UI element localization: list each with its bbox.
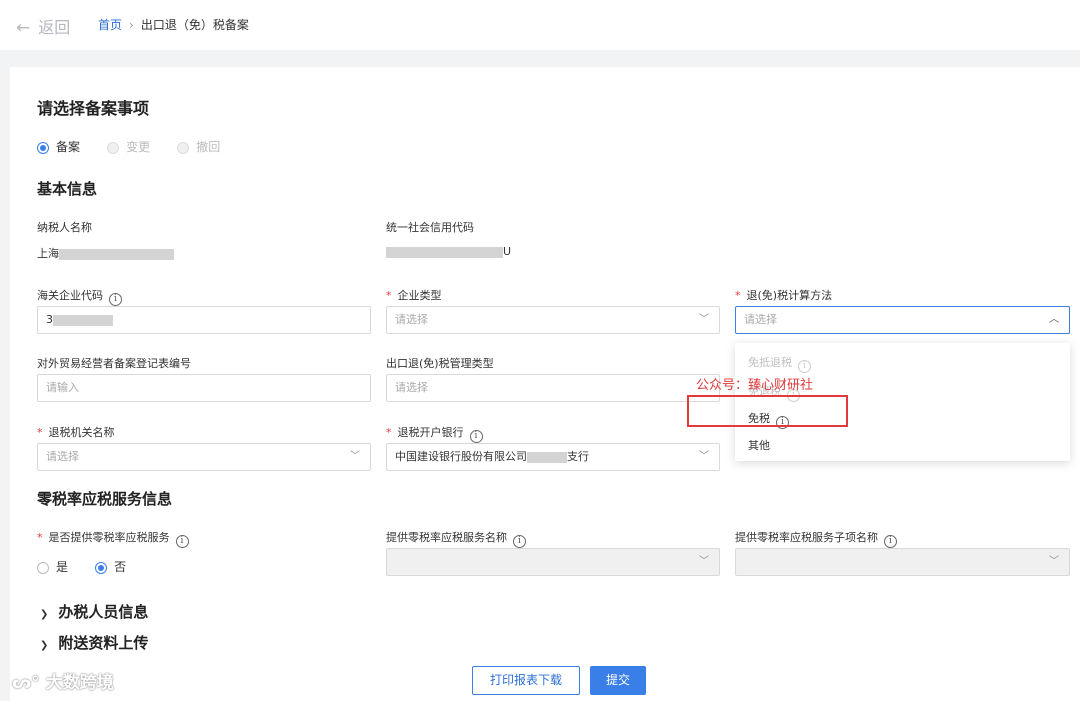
tax-authority-label: * 退税机关名称	[37, 426, 115, 439]
service-name-select[interactable]: ﹀	[386, 548, 720, 576]
info-icon[interactable]: i	[798, 360, 811, 373]
radio-option-no[interactable]: 否	[95, 560, 126, 574]
brand-logo: ᔕ° 大数跨境	[12, 673, 114, 693]
service-name-label: 提供零税率应税服务名称 i	[386, 529, 526, 548]
radio-withdraw-circle[interactable]	[177, 142, 190, 154]
mgmt-type-label: 出口退(免)税管理类型	[386, 357, 494, 370]
info-icon[interactable]: i	[513, 535, 526, 548]
radio-change-circle[interactable]	[107, 142, 120, 154]
sub-service-select[interactable]: ﹀	[735, 548, 1070, 576]
required-mark: *	[37, 426, 43, 439]
credit-code-value: U	[386, 245, 511, 258]
redacted-block	[53, 314, 113, 326]
chevron-up-icon: ︿	[1049, 314, 1059, 325]
radio-option-file[interactable]: 备案	[37, 140, 80, 154]
required-mark: *	[386, 289, 392, 302]
redacted-block	[59, 248, 174, 260]
radio-file-circle[interactable]	[37, 142, 49, 154]
calc-method-label: * 退(免)税计算方法	[735, 289, 833, 302]
chevron-down-icon: ﹀	[699, 314, 709, 325]
sub-service-label: 提供零税率应税服务子项名称 i	[735, 529, 897, 548]
filing-section-title: 请选择备案事项	[37, 99, 150, 118]
chevron-right-icon: ❯	[40, 640, 49, 651]
submit-button[interactable]: 提交	[590, 666, 646, 695]
basic-info-title: 基本信息	[37, 180, 98, 198]
radio-no-circle[interactable]	[95, 562, 108, 574]
enterprise-type-select[interactable]: 请选择 ﹀	[386, 306, 720, 334]
chevron-down-icon: ﹀	[699, 451, 709, 462]
customs-code-input[interactable]: 3	[37, 306, 371, 334]
chevron-right-icon: ❯	[40, 609, 49, 620]
provide-zero-rate-label: * 是否提供零税率应税服务 i	[37, 529, 189, 548]
breadcrumb: 首页 › 出口退（免）税备案	[98, 16, 249, 33]
collapsible-attachments[interactable]: ❯ 附送资料上传	[40, 632, 148, 653]
calc-method-select[interactable]: 请选择 ︿	[735, 306, 1070, 334]
taxpayer-name-label: 纳税人名称	[37, 221, 92, 234]
top-bar: ← 返回 首页 › 出口退（免）税备案	[0, 0, 1080, 50]
dropdown-option-exempt-credit-refund[interactable]: 免抵退税 i	[748, 354, 811, 373]
back-button[interactable]: ← 返回	[16, 14, 70, 38]
customs-code-label: 海关企业代码 i	[37, 287, 122, 306]
bank-select[interactable]: 中国建设银行股份有限公司 支行 ﹀	[386, 443, 720, 471]
chevron-down-icon: ﹀	[699, 556, 709, 567]
required-mark: *	[735, 289, 741, 302]
breadcrumb-home-link[interactable]: 首页	[98, 18, 122, 32]
redacted-block	[527, 451, 567, 463]
credit-code-label: 统一社会信用代码	[386, 221, 474, 234]
redacted-block	[386, 246, 503, 258]
back-label: 返回	[38, 18, 71, 37]
zero-rate-section-title: 零税率应税服务信息	[37, 490, 173, 508]
required-mark: *	[386, 426, 392, 439]
print-download-button[interactable]: 打印报表下载	[472, 666, 580, 695]
tax-authority-select[interactable]: 请选择 ﹀	[37, 443, 371, 471]
enterprise-type-label: * 企业类型	[386, 289, 442, 302]
info-icon[interactable]: i	[109, 293, 122, 306]
watermark-text: 公众号：臻心财研社	[696, 378, 814, 393]
highlight-box	[687, 395, 848, 427]
logo-glyph-icon: ᔕ°	[12, 673, 40, 693]
info-icon[interactable]: i	[175, 535, 189, 548]
back-arrow-icon: ←	[16, 18, 31, 38]
radio-option-yes[interactable]: 是	[37, 560, 68, 574]
taxpayer-name-value: 上海	[37, 245, 174, 261]
radio-yes-circle[interactable]	[37, 562, 49, 574]
breadcrumb-separator-icon: ›	[129, 18, 134, 32]
required-mark: *	[37, 531, 43, 544]
provide-zero-rate-radio-group: 是 否	[37, 556, 148, 575]
trade-reg-input[interactable]: 请输入	[37, 374, 371, 402]
info-icon[interactable]: i	[469, 430, 483, 443]
trade-reg-label: 对外贸易经营者备案登记表编号	[37, 357, 191, 370]
chevron-down-icon: ﹀	[350, 451, 360, 462]
dropdown-option-other[interactable]: 其他	[748, 437, 770, 453]
radio-option-change[interactable]: 变更	[107, 140, 150, 154]
breadcrumb-current: 出口退（免）税备案	[140, 18, 249, 32]
chevron-down-icon: ﹀	[1049, 556, 1059, 567]
filing-type-radio-group: 备案 变更 撤回	[37, 136, 242, 155]
radio-option-withdraw[interactable]: 撤回	[177, 140, 220, 154]
bank-label: * 退税开户银行 i	[386, 424, 483, 443]
mgmt-type-select[interactable]: 请选择	[386, 374, 720, 402]
info-icon[interactable]: i	[884, 535, 897, 548]
collapsible-staff-info[interactable]: ❯ 办税人员信息	[40, 601, 148, 622]
